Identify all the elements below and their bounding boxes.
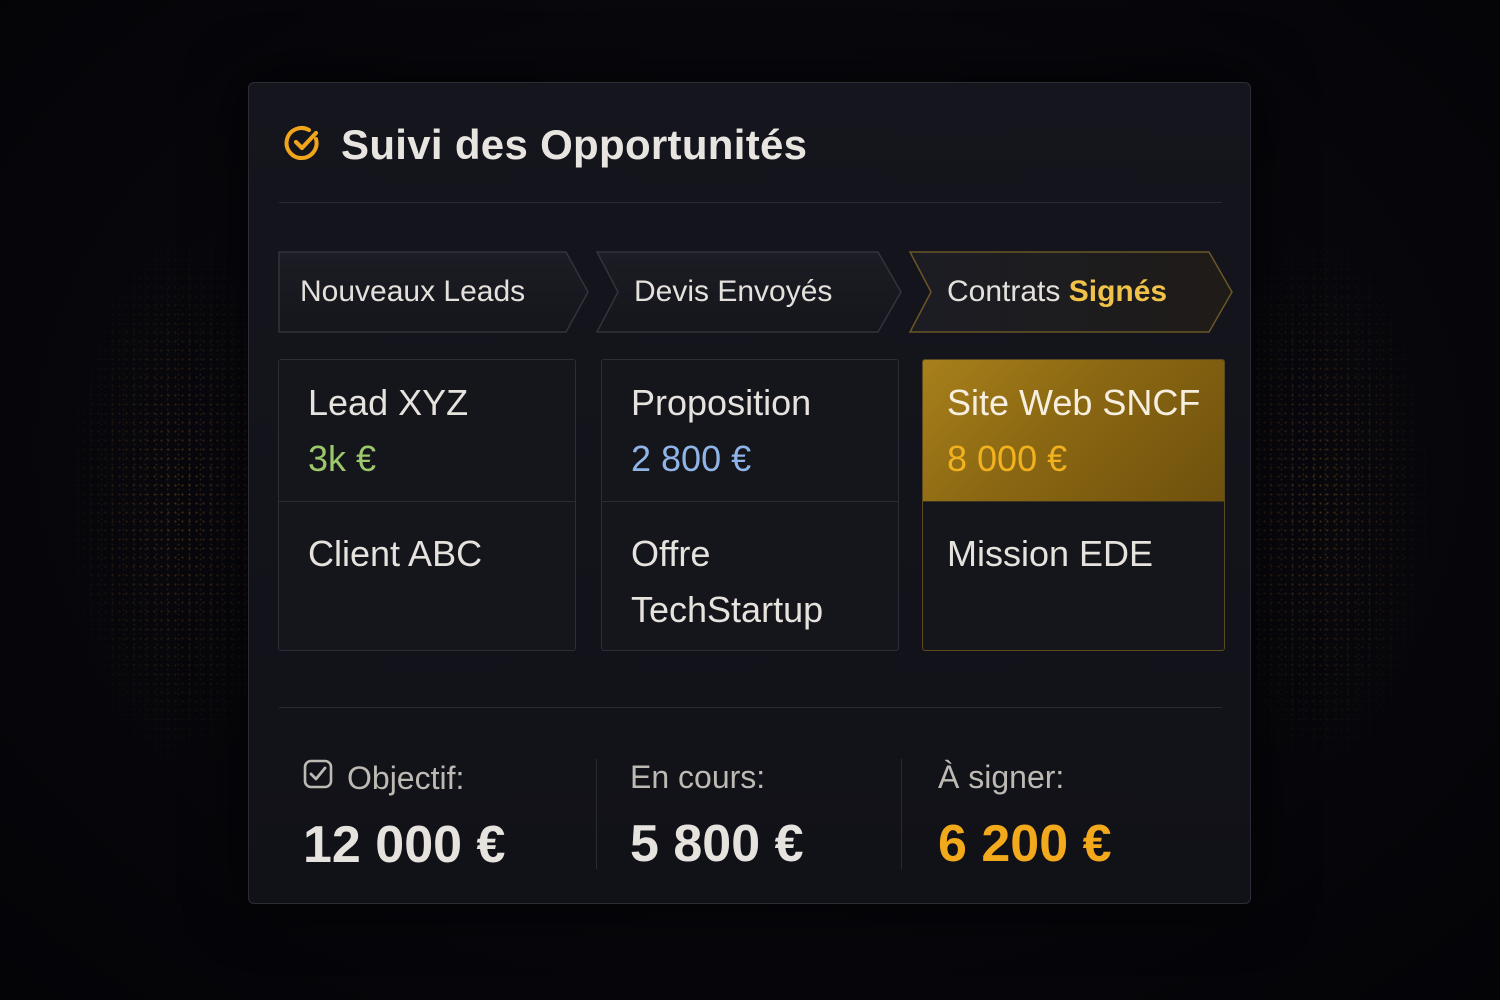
stage-label: Contrats Signés: [947, 275, 1168, 308]
stat-value: 12 000 €: [303, 816, 506, 874]
stat-label: À signer:: [938, 759, 1065, 795]
card-client: Mission EDE: [947, 533, 1154, 574]
stats-divider: [279, 707, 1222, 708]
stage-new-leads[interactable]: Nouveaux Leads: [278, 251, 590, 333]
stat-separator: [901, 759, 902, 869]
checkbox-icon: [303, 759, 333, 797]
stat-objective: Objectif: 12 000 €: [303, 759, 505, 875]
background-sparkle-right: [1240, 220, 1440, 780]
card-client: Offre TechStartup: [631, 533, 824, 630]
opportunity-card[interactable]: Lead XYZ 3k € Client ABC: [278, 359, 576, 651]
stage-label: Devis Envoyés: [634, 275, 833, 308]
page-title: Suivi des Opportunités: [341, 121, 808, 168]
card-amount: 3k €: [308, 438, 377, 479]
stat-label: En cours:: [630, 759, 766, 795]
opportunity-card-highlighted[interactable]: Site Web SNCF 8 000 € Mission EDE: [922, 359, 1225, 651]
card-amount: 2 800 €: [631, 438, 752, 479]
stage-label: Nouveaux Leads: [300, 275, 526, 308]
stage-quotes-sent[interactable]: Devis Envoyés: [596, 251, 906, 333]
stage-label-highlight: Signés: [1068, 275, 1168, 308]
opportunity-card[interactable]: Proposition 2 800 € Offre TechStartup: [601, 359, 899, 651]
panel-header: Suivi des Opportunités: [283, 121, 807, 169]
card-amount: 8 000 €: [947, 438, 1068, 479]
header-divider: [279, 202, 1222, 203]
stat-label: Objectif:: [303, 759, 505, 797]
background-sparkle-left: [60, 220, 260, 780]
card-title: Proposition: [631, 382, 812, 423]
opportunities-panel: Suivi des Opportunités Nouveaux Leads De…: [248, 82, 1251, 904]
card-title: Lead XYZ: [308, 382, 469, 423]
check-circle-icon: [283, 123, 323, 168]
stage-contracts-signed[interactable]: Contrats Signés: [909, 251, 1235, 333]
stat-value: 5 800 €: [630, 815, 804, 873]
card-client: Client ABC: [308, 533, 483, 574]
stat-value: 6 200 €: [938, 815, 1112, 873]
stat-to-sign: À signer: 6 200 €: [938, 759, 1112, 874]
card-title: Site Web SNCF: [947, 382, 1201, 423]
stat-in-progress: En cours: 5 800 €: [630, 759, 804, 874]
stat-separator: [596, 759, 597, 869]
